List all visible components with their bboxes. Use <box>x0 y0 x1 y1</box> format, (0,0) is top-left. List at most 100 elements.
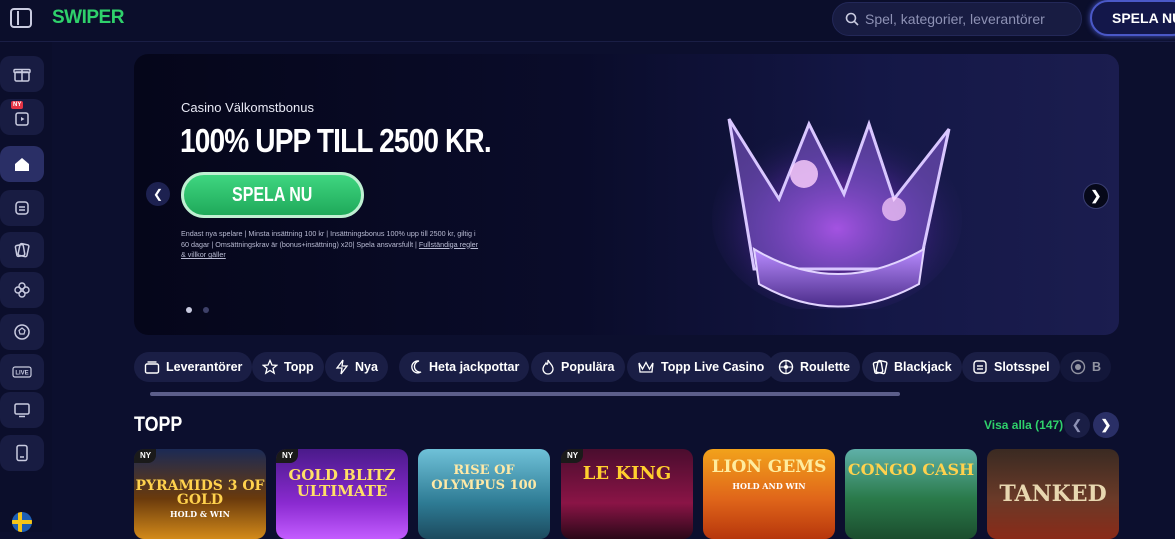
search-icon <box>845 12 859 26</box>
game-title: RISE OF OLYMPUS 100 <box>431 463 537 493</box>
category-chips: Leverantörer Topp Nya Heta jackpottar Po… <box>134 352 1119 382</box>
sidebar: NY LIVE <box>0 42 52 532</box>
moon-icon <box>409 359 423 375</box>
chip-label: Slotsspel <box>994 360 1050 374</box>
search-input[interactable] <box>865 11 1065 27</box>
crown-small-icon <box>637 360 655 374</box>
hero-terms: Endast nya spelare | Minsta insättning 1… <box>181 229 481 261</box>
chip-providers[interactable]: Leverantörer <box>134 352 253 382</box>
hero-title: 100% UPP TILL 2500 KR. <box>180 122 492 159</box>
game-subtitle: HOLD & WIN <box>170 509 230 519</box>
mobile-icon <box>15 444 29 462</box>
football-icon <box>13 323 31 341</box>
chevron-right-icon: ❯ <box>1090 188 1102 203</box>
carousel-dots <box>186 307 209 313</box>
sidebar-item-slots[interactable] <box>0 190 44 226</box>
search-bar[interactable] <box>832 2 1082 36</box>
svg-text:LIVE: LIVE <box>15 371 28 377</box>
sidebar-item-mobile[interactable] <box>0 435 44 471</box>
game-tile-rise-of-olympus[interactable]: RISE OF OLYMPUS 100 <box>418 449 550 539</box>
game-title: LE KING <box>582 463 672 484</box>
chevron-right-icon: ❯ <box>1100 417 1112 432</box>
chevron-left-icon: ❮ <box>1071 417 1083 432</box>
sidebar-item-promotions[interactable] <box>0 56 44 92</box>
carousel-dot[interactable] <box>203 307 209 313</box>
game-title: PYRAMIDS 3 OF GOLD <box>135 478 265 508</box>
chip-label: Topp <box>284 360 314 374</box>
new-badge: NY <box>276 449 299 463</box>
sidebar-item-lucky[interactable] <box>0 272 44 308</box>
star-icon <box>262 359 278 375</box>
games-next-button[interactable]: ❯ <box>1093 412 1119 438</box>
hero-cta-label: SPELA NU <box>232 183 313 206</box>
sidebar-item-live[interactable]: LIVE <box>0 354 44 390</box>
chip-label: Roulette <box>800 360 850 374</box>
flame-icon <box>541 359 555 375</box>
sidebar-item-table-games[interactable] <box>0 232 44 268</box>
chip-blackjack[interactable]: Blackjack <box>862 352 962 382</box>
chip-popular[interactable]: Populära <box>531 352 625 382</box>
game-title: CONGO CASH <box>847 460 975 479</box>
top-bar: ЅWIPER SPELA NU <box>0 0 1175 42</box>
chip-label: Leverantörer <box>166 360 243 374</box>
home-icon <box>13 156 31 172</box>
hero-subtitle: Casino Välkomstbonus <box>181 100 314 115</box>
chip-top-live-casino[interactable]: Topp Live Casino <box>627 352 775 382</box>
chip-roulette[interactable]: Roulette <box>768 352 860 382</box>
see-all-link[interactable]: Visa alla (147) <box>984 418 1063 432</box>
section-title-top: TOPP <box>134 413 183 436</box>
chip-label: B <box>1092 360 1102 374</box>
game-title: GOLD BLITZ ULTIMATE <box>288 466 396 500</box>
game-tile-congo-cash[interactable]: CONGO CASH <box>845 449 977 539</box>
slot-machine-icon <box>14 200 30 216</box>
sidebar-item-tv[interactable] <box>0 392 44 428</box>
lightning-icon <box>335 359 349 375</box>
carousel-prev-button[interactable]: ❮ <box>146 182 170 206</box>
slot-machine-icon <box>972 359 988 375</box>
chips-scrollbar[interactable] <box>150 392 900 396</box>
providers-icon <box>144 360 160 374</box>
game-subtitle: HOLD AND WIN <box>732 481 806 491</box>
chip-hot-jackpots[interactable]: Heta jackpottar <box>399 352 530 382</box>
crown-icon <box>712 118 962 309</box>
carousel-next-button[interactable]: ❯ <box>1083 183 1109 209</box>
chip-more[interactable]: B <box>1060 352 1112 382</box>
game-tile-gold-blitz[interactable]: NY GOLD BLITZ ULTIMATE <box>276 449 408 539</box>
hero-banner: Casino Välkomstbonus 100% UPP TILL 2500 … <box>134 54 1119 335</box>
monitor-icon <box>13 402 31 418</box>
sidebar-item-new-video[interactable]: NY <box>0 99 44 135</box>
new-badge: NY <box>561 449 584 463</box>
cards-icon <box>14 242 30 258</box>
game-tile-tanked[interactable]: TANKED <box>987 449 1119 539</box>
sidebar-toggle-icon[interactable] <box>10 8 32 28</box>
live-icon: LIVE <box>12 366 32 378</box>
logo[interactable]: ЅWIPER <box>52 7 124 29</box>
clover-icon <box>13 281 31 299</box>
chip-slots[interactable]: Slotsspel <box>962 352 1060 382</box>
roulette-icon <box>778 359 794 375</box>
chip-new[interactable]: Nya <box>325 352 388 382</box>
games-prev-button[interactable]: ❮ <box>1064 412 1090 438</box>
new-badge: NY <box>11 101 24 109</box>
chip-label: Topp Live Casino <box>661 360 765 374</box>
cards-icon <box>872 359 888 375</box>
game-tile-pyramids[interactable]: NY PYRAMIDS 3 OF GOLD HOLD & WIN <box>134 449 266 539</box>
new-badge: NY <box>134 449 157 463</box>
gift-icon <box>13 66 31 82</box>
sidebar-item-home[interactable] <box>0 146 44 182</box>
play-now-button[interactable]: SPELA NU <box>1090 0 1175 36</box>
swedish-flag-icon[interactable] <box>12 512 32 532</box>
chip-top[interactable]: Topp <box>252 352 324 382</box>
chip-label: Heta jackpottar <box>429 360 520 374</box>
game-title: LION GEMS <box>711 457 827 477</box>
chip-label: Populära <box>561 360 615 374</box>
video-icon <box>14 108 30 126</box>
chevron-left-icon: ❮ <box>152 187 164 201</box>
hero-play-now-button[interactable]: SPELA NU <box>181 172 364 218</box>
chip-label: Blackjack <box>894 360 952 374</box>
game-tile-lion-gems[interactable]: LION GEMS HOLD AND WIN <box>703 449 835 539</box>
carousel-dot[interactable] <box>186 307 192 313</box>
game-tile-le-king[interactable]: NY LE KING <box>561 449 693 539</box>
chip-label: Nya <box>355 360 378 374</box>
sidebar-item-sports[interactable] <box>0 314 44 350</box>
